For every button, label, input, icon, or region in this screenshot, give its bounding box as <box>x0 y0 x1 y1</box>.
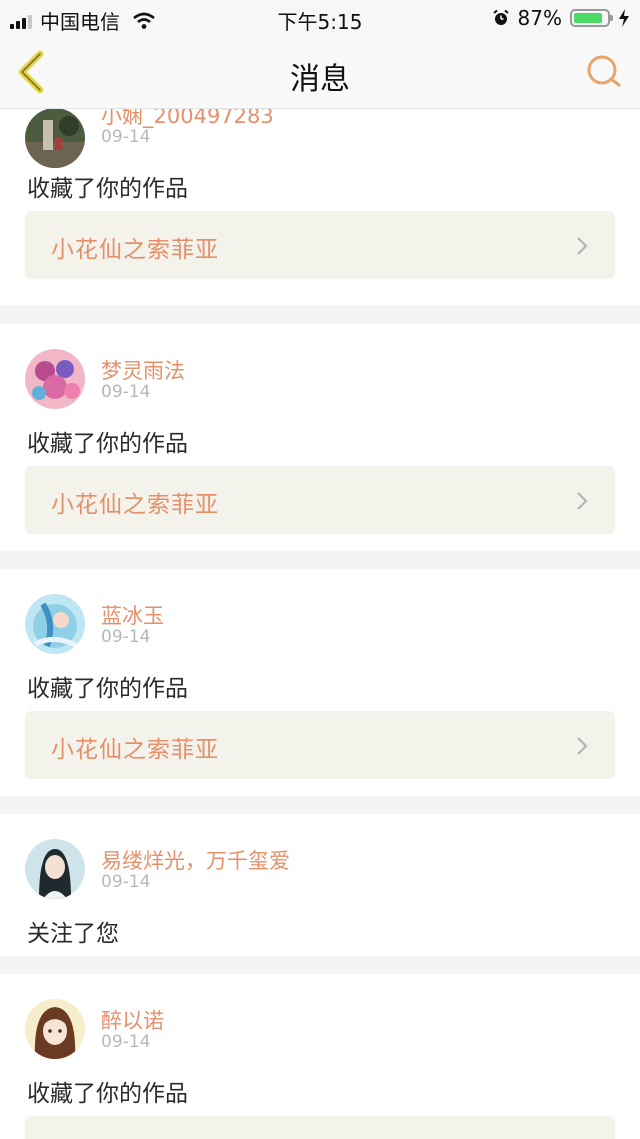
work-title: 小花仙之索菲亚 <box>51 492 219 518</box>
message-action: 收藏了你的作品 <box>27 1081 188 1107</box>
message-date: 09-14 <box>101 382 151 402</box>
work-link[interactable]: 小花仙之索菲亚 <box>25 211 615 279</box>
message-action: 收藏了你的作品 <box>27 431 188 457</box>
work-title: 小花仙之索菲亚 <box>51 237 219 263</box>
message-action: 关注了您 <box>27 921 119 947</box>
message-action: 收藏了你的作品 <box>27 676 188 702</box>
message-card: 醉以诺 09-14 收藏了你的作品 <box>0 974 640 1139</box>
status-right: 87% <box>492 6 630 30</box>
message-date: 09-14 <box>101 627 151 647</box>
message-date: 09-14 <box>101 127 151 147</box>
battery-percent: 87% <box>517 6 562 30</box>
chevron-right-icon <box>577 492 588 510</box>
message-date: 09-14 <box>101 872 151 892</box>
chevron-right-icon <box>577 237 588 255</box>
chevron-right-icon <box>577 737 588 755</box>
avatar[interactable] <box>25 839 85 899</box>
avatar[interactable] <box>25 109 85 168</box>
message-card: 蓝冰玉 09-14 收藏了你的作品 小花仙之索菲亚 <box>0 569 640 796</box>
work-link[interactable] <box>25 1116 615 1139</box>
battery-fill <box>574 13 602 23</box>
work-title: 小花仙之索菲亚 <box>51 737 219 763</box>
avatar[interactable] <box>25 594 85 654</box>
battery-icon <box>570 9 613 27</box>
avatar[interactable] <box>25 999 85 1059</box>
work-link[interactable]: 小花仙之索菲亚 <box>25 466 615 534</box>
message-card: 小娴_200497283 09-14 收藏了你的作品 小花仙之索菲亚 <box>0 109 640 305</box>
page-title: 消息 <box>290 62 350 97</box>
alarm-clock-icon <box>492 9 509 25</box>
search-icon[interactable] <box>584 52 624 92</box>
message-card: 易缕烊光，万千玺爱 09-14 关注了您 <box>0 814 640 956</box>
work-link[interactable]: 小花仙之索菲亚 <box>25 711 615 779</box>
nav-bar: 消息 <box>0 36 640 109</box>
status-bar: 中国电信 下午5:15 87% <box>0 0 640 36</box>
charging-bolt-icon <box>619 9 629 27</box>
message-card: 梦灵雨法 09-14 收藏了你的作品 小花仙之索菲亚 <box>0 324 640 551</box>
user-name[interactable]: 梦灵雨法 <box>101 355 185 385</box>
message-list[interactable]: 小娴_200497283 09-14 收藏了你的作品 小花仙之索菲亚 梦灵雨法 … <box>0 109 640 1139</box>
user-name[interactable]: 易缕烊光，万千玺爱 <box>101 845 290 875</box>
message-date: 09-14 <box>101 1032 151 1052</box>
user-name[interactable]: 蓝冰玉 <box>101 600 164 630</box>
message-action: 收藏了你的作品 <box>27 176 188 202</box>
user-name[interactable]: 醉以诺 <box>101 1005 164 1035</box>
avatar[interactable] <box>25 349 85 409</box>
